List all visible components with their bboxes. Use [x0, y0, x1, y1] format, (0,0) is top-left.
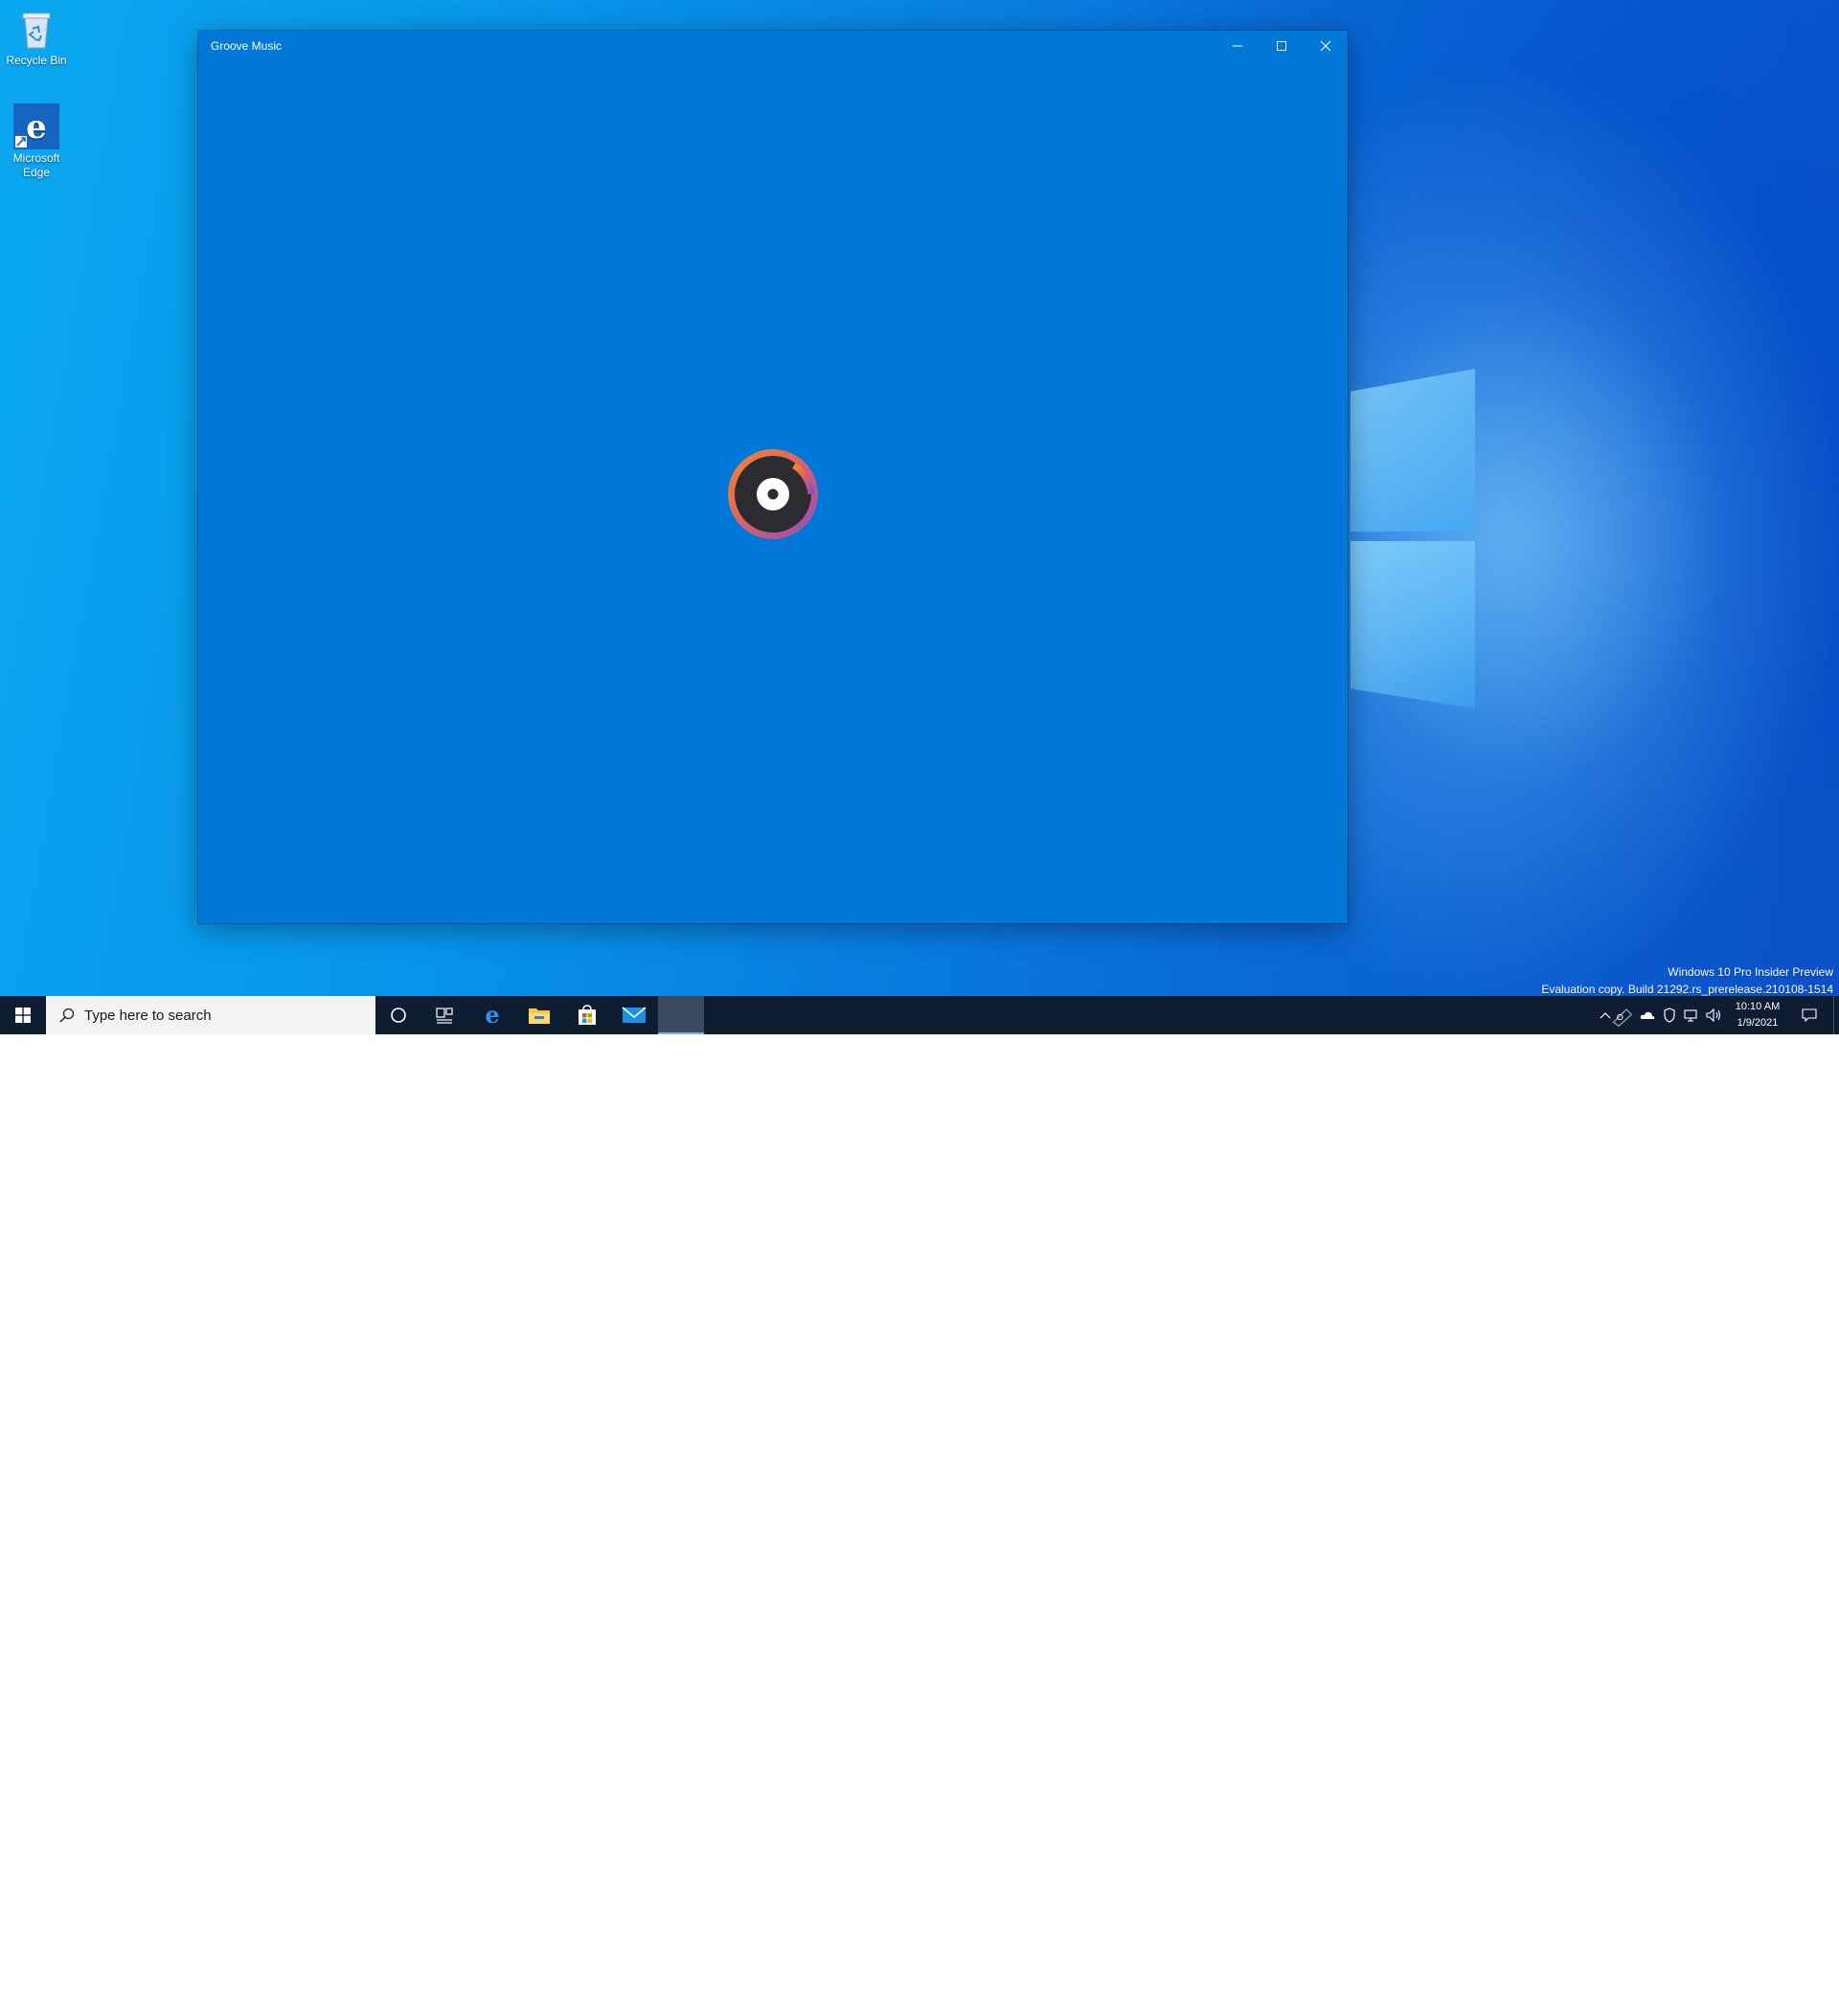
desktop-background: Recycle Bin e Microsoft Edge Groove Musi… [0, 0, 1839, 996]
minimize-icon [1233, 45, 1242, 47]
watermark-line-1: Windows 10 Pro Insider Preview [1668, 965, 1833, 979]
groove-music-window[interactable]: Groove Music [198, 31, 1348, 923]
desktop-icon-recycle-bin[interactable]: Recycle Bin [0, 6, 73, 68]
windows-start-icon [15, 1008, 31, 1023]
clock-time: 10:10 AM [1735, 1001, 1781, 1012]
search-icon [59, 1008, 75, 1023]
edge-icon: e [13, 103, 59, 149]
maximize-icon [1277, 41, 1286, 51]
groove-music-logo [727, 448, 819, 540]
overlay-watermark-text: The Collection Book [1661, 1997, 1807, 2015]
action-center-button[interactable] [1795, 996, 1824, 1034]
show-desktop-button[interactable] [1833, 996, 1839, 1034]
people-icon [1612, 1008, 1633, 1028]
network-icon [1684, 1009, 1697, 1022]
taskbar-edge-button[interactable]: e [469, 996, 515, 1034]
volume-icon [1706, 1008, 1721, 1022]
shield-icon [1664, 1008, 1675, 1023]
task-view-button[interactable] [421, 996, 467, 1034]
mail-icon [622, 1007, 647, 1023]
search-placeholder: Type here to search [84, 1008, 212, 1024]
taskbar-store-button[interactable] [564, 996, 610, 1034]
close-button[interactable] [1304, 31, 1348, 61]
tray-network-button[interactable] [1680, 996, 1703, 1034]
tray-people-button[interactable] [1611, 996, 1634, 1034]
start-button[interactable] [0, 996, 46, 1034]
desktop-icon-microsoft-edge[interactable]: e Microsoft Edge [0, 103, 73, 180]
maximize-button[interactable] [1260, 31, 1304, 61]
clock-date: 1/9/2021 [1737, 1017, 1779, 1029]
task-view-icon [436, 1008, 453, 1024]
taskbar-mail-button[interactable] [611, 996, 657, 1034]
groove-music-icon [672, 1006, 690, 1023]
tray-volume-button[interactable] [1703, 996, 1726, 1034]
taskbar-clock[interactable]: 10:10 AM 1/9/2021 [1724, 999, 1791, 1031]
desktop-icon-label: Recycle Bin [6, 54, 67, 67]
cortana-icon [391, 1008, 406, 1023]
windows-logo-glow [1322, 287, 1724, 785]
windows-build-watermark: Windows 10 Pro Insider Preview Evaluatio… [1541, 963, 1833, 996]
taskbar-search-box[interactable]: Type here to search [46, 996, 375, 1034]
desktop-icon-label: Microsoft Edge [12, 151, 60, 179]
taskbar: Type here to search e 10:10 AM 1/9/2021 … [0, 996, 1839, 2015]
tray-security-button[interactable] [1658, 996, 1681, 1034]
taskbar-file-explorer-button[interactable] [516, 996, 562, 1034]
windows-logo-pane-top [1351, 369, 1475, 532]
recycle-bin-icon [13, 6, 59, 52]
taskbar-groove-music-button[interactable] [658, 996, 704, 1034]
minimize-button[interactable] [1215, 31, 1260, 61]
cortana-button[interactable] [375, 996, 421, 1034]
chevron-up-icon [1600, 1012, 1611, 1019]
notification-icon [1802, 1008, 1817, 1022]
watermark-line-2: Evaluation copy. Build 21292.rs_prerelea… [1541, 983, 1833, 996]
window-title: Groove Music [211, 39, 283, 53]
close-icon [1320, 40, 1331, 52]
store-icon [579, 1005, 596, 1025]
onedrive-icon [1640, 1011, 1655, 1019]
windows-logo-pane-bottom [1351, 541, 1475, 709]
file-explorer-icon [529, 1008, 550, 1024]
tray-onedrive-button[interactable] [1636, 996, 1659, 1034]
title-bar[interactable]: Groove Music [198, 31, 1348, 61]
svg-text:e: e [485, 1004, 499, 1027]
edge-icon: e [485, 1004, 499, 1027]
svg-text:e: e [26, 108, 47, 147]
